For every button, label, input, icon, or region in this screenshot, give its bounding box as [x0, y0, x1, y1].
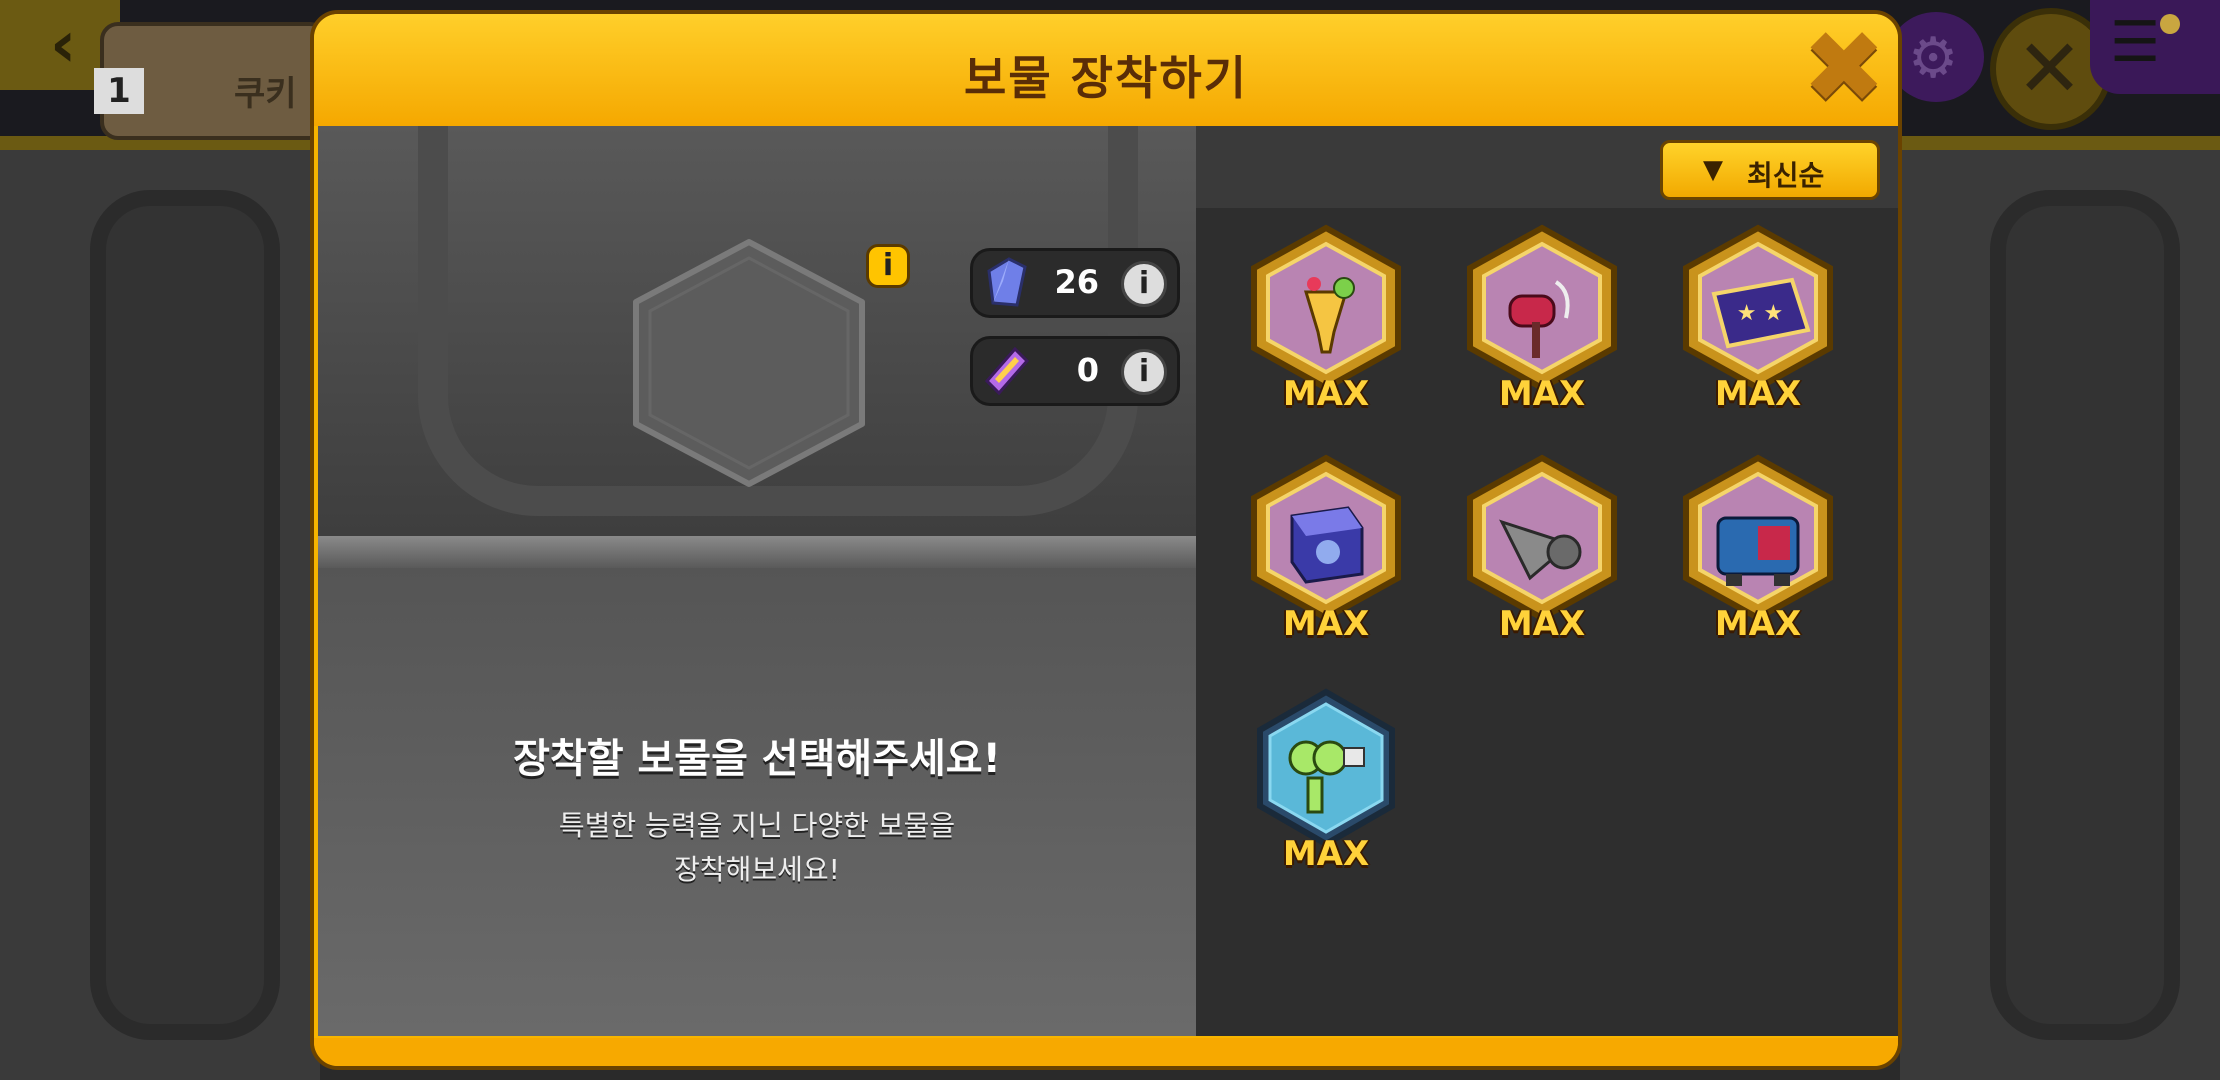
select-treasure-prompt: 장착할 보물을 선택해주세요! [513, 736, 1001, 782]
slot-info-button[interactable]: i [866, 244, 910, 288]
treasure-level-max: MAX [1498, 374, 1586, 414]
treasure-item-flying-carpet[interactable]: ★ ★ MAX [1668, 222, 1848, 422]
modal-header: 보물 장착하기 ✖ [314, 14, 1898, 126]
treasure-item-drill-shell[interactable]: MAX [1452, 452, 1632, 652]
treasure-level-max: MAX [1714, 374, 1802, 414]
background-right-frame [1900, 150, 2220, 1080]
notification-dot [2160, 14, 2180, 34]
treasure-item-robot-machine[interactable]: MAX [1668, 452, 1848, 652]
close-button[interactable]: ✖ [1800, 18, 1886, 118]
empty-treasure-slot[interactable] [624, 236, 874, 490]
treasure-list-panel: ▼ 최신순 MAX MAX ★ ★ MAX MAX MAX MAX MAX [1196, 126, 1898, 1036]
panel-divider [318, 536, 1196, 568]
equip-treasure-modal: 보물 장착하기 ✖ i 26 i 0 i 장착할 보물을 선택해주세요! 특별한… [310, 10, 1902, 1070]
cookie-tab[interactable]: 1 쿠키 [94, 22, 328, 140]
settings-button[interactable]: ⚙ [1888, 12, 1984, 102]
close-icon: ✖ [1802, 10, 1886, 126]
crystal-counter: 26 i [970, 248, 1180, 318]
background-left-frame [0, 150, 320, 1080]
background-frame-inner [1990, 190, 2180, 1040]
background-frame-inner [90, 190, 280, 1040]
description-area [318, 568, 1196, 1036]
gear-icon: ⚙ [1908, 26, 1959, 91]
crystal-icon [987, 257, 1027, 307]
ticket-counter: 0 i [970, 336, 1180, 406]
modal-footer [314, 1038, 1898, 1066]
equip-slot-panel: i 26 i 0 i 장착할 보물을 선택해주세요! 특별한 능력을 지닌 다양… [318, 126, 1196, 1036]
treasure-level-max: MAX [1282, 374, 1370, 414]
treasure-item-tropical-drink[interactable]: MAX [1236, 222, 1416, 422]
sort-dropdown[interactable]: ▼ 최신순 [1660, 140, 1880, 200]
menu-icon: ☰ [2110, 10, 2161, 75]
treasure-level-max: MAX [1282, 604, 1370, 644]
treasure-item-magic-cube[interactable]: MAX [1236, 452, 1416, 652]
ticket-count: 0 [1076, 351, 1099, 389]
treasure-list-toolbar: ▼ 최신순 [1196, 126, 1898, 208]
crystal-info-button[interactable]: i [1121, 261, 1167, 307]
cookie-tab-label: 쿠키 [234, 74, 297, 114]
close-icon: ✕ [2016, 22, 2084, 115]
treasure-item-magic-hammer[interactable]: MAX [1452, 222, 1632, 422]
sort-label: 최신순 [1747, 159, 1825, 192]
treasure-level-max: MAX [1498, 604, 1586, 644]
triangle-down-icon: ▼ [1703, 155, 1723, 185]
ticket-info-button[interactable]: i [1121, 349, 1167, 395]
ticket-icon [984, 346, 1030, 396]
svg-text:★ ★: ★ ★ [1737, 301, 1783, 326]
select-treasure-hint: 특별한 능력을 지닌 다양한 보물을 장착해보세요! [318, 804, 1196, 892]
menu-button[interactable]: ☰ [2090, 0, 2220, 94]
hint-line-2: 장착해보세요! [674, 853, 840, 886]
crystal-count: 26 [1054, 263, 1099, 301]
hint-line-1: 특별한 능력을 지닌 다양한 보물을 [558, 809, 956, 842]
treasure-item-bubble-wand[interactable]: MAX [1236, 682, 1416, 882]
chevron-left-icon: ‹ [50, 8, 77, 82]
treasure-level-max: MAX [1282, 834, 1370, 874]
modal-title: 보물 장착하기 [964, 51, 1248, 105]
cookie-tab-number: 1 [94, 68, 144, 114]
slot-area: i 26 i 0 i [318, 126, 1196, 536]
treasure-level-max: MAX [1714, 604, 1802, 644]
